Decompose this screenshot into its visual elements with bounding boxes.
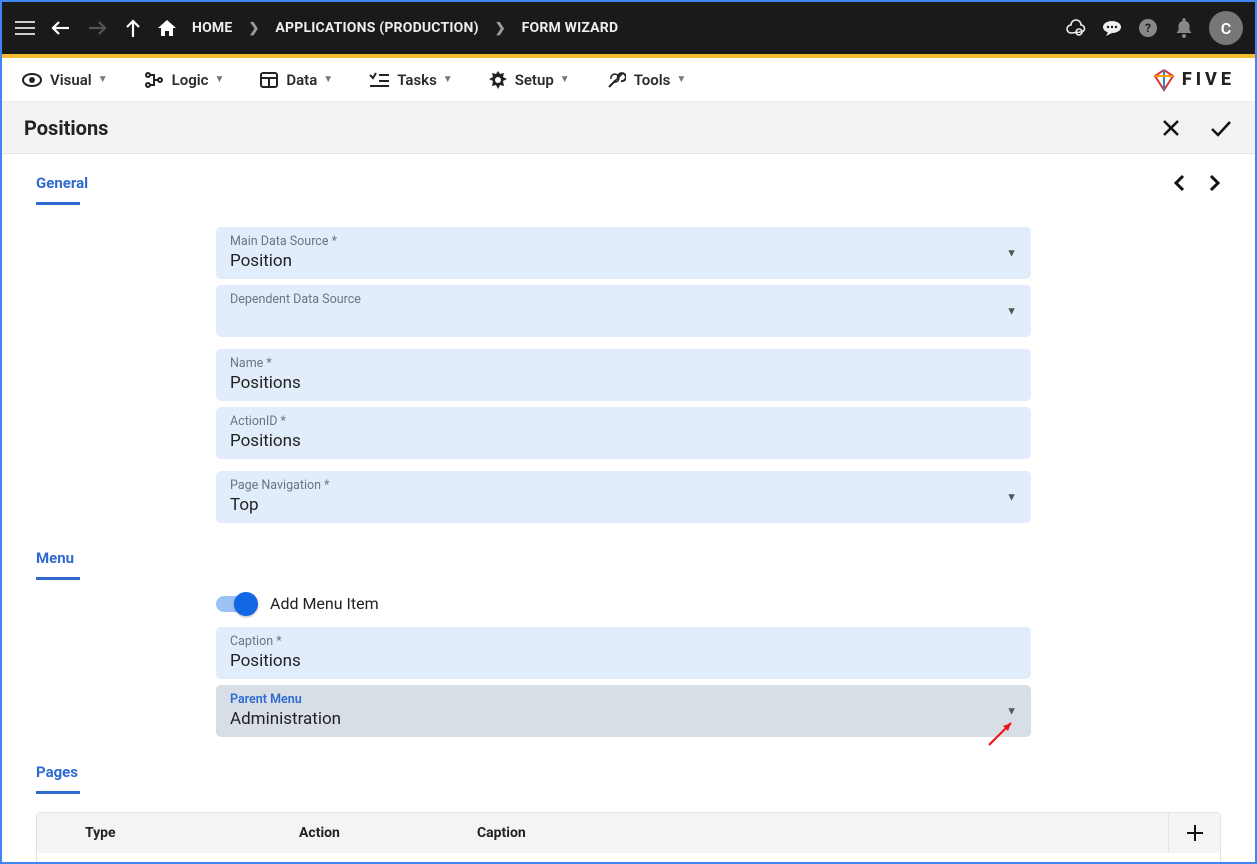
dropdown-icon[interactable]: ▼: [1006, 491, 1017, 504]
brand-logo: FIVE: [1152, 68, 1235, 92]
th-type: Type: [37, 825, 299, 841]
table-header: Type Action Caption: [37, 813, 1220, 853]
dependent-datasource-field[interactable]: Dependent Data Source ▼: [216, 285, 1031, 337]
section-general: General: [2, 154, 1255, 213]
main-datasource-field[interactable]: Main Data Source * Position ▼: [216, 227, 1031, 279]
menu-tools-label: Tools: [634, 71, 671, 89]
field-label: Name *: [230, 356, 1017, 371]
menu-icon[interactable]: [14, 17, 36, 39]
tool-menu: Visual▼ Logic▼ Data▼ Tasks▼ Setup▼ Tools…: [2, 58, 1255, 102]
section-menu: Menu: [2, 529, 1255, 588]
crumb-home[interactable]: HOME: [192, 20, 232, 36]
chevron-right-icon: ❯: [248, 21, 259, 36]
menu-logic[interactable]: Logic▼: [144, 71, 225, 89]
crumb-wizard[interactable]: FORM WIZARD: [522, 20, 619, 36]
menu-tools[interactable]: Tools▼: [606, 70, 687, 90]
cloud-icon[interactable]: [1065, 17, 1087, 39]
dropdown-icon[interactable]: ▼: [1006, 705, 1017, 718]
menu-data-label: Data: [286, 71, 317, 89]
field-label: Parent Menu: [230, 692, 1017, 707]
field-label: ActionID *: [230, 414, 1017, 429]
chat-icon[interactable]: [1101, 17, 1123, 39]
menu-tasks-label: Tasks: [397, 71, 437, 89]
close-icon[interactable]: [1161, 118, 1181, 138]
menu-setup-label: Setup: [515, 71, 554, 89]
page-title: Positions: [24, 116, 108, 140]
top-bar: HOME ❯ APPLICATIONS (PRODUCTION) ❯ FORM …: [2, 2, 1255, 54]
field-label: Caption *: [230, 634, 1017, 649]
page-navigation-field[interactable]: Page Navigation * Top ▼: [216, 471, 1031, 523]
th-action: Action: [299, 825, 477, 841]
forward-icon: [86, 17, 108, 39]
field-value: Position: [230, 249, 1017, 271]
home-icon: [158, 20, 176, 36]
caption-field[interactable]: Caption * Positions: [216, 627, 1031, 679]
field-value: [230, 307, 1017, 329]
add-menu-toggle[interactable]: [216, 596, 256, 612]
brand-text: FIVE: [1182, 69, 1235, 90]
menu-visual-label: Visual: [50, 71, 92, 89]
field-label: Main Data Source *: [230, 234, 1017, 249]
field-value: Top: [230, 493, 1017, 515]
chevron-right-icon: ❯: [495, 21, 506, 36]
check-icon[interactable]: [1209, 118, 1233, 138]
dropdown-icon[interactable]: ▼: [1006, 305, 1017, 318]
field-value: Positions: [230, 371, 1017, 393]
crumb-apps[interactable]: APPLICATIONS (PRODUCTION): [275, 20, 478, 36]
menu-visual[interactable]: Visual▼: [22, 71, 108, 89]
bell-icon[interactable]: [1173, 17, 1195, 39]
up-icon[interactable]: [122, 17, 144, 39]
add-row-button[interactable]: [1168, 813, 1220, 853]
field-value: Positions: [230, 429, 1017, 451]
menu-logic-label: Logic: [172, 71, 209, 89]
svg-text:?: ?: [1145, 21, 1151, 35]
field-value: Administration: [230, 707, 1017, 729]
th-caption: Caption: [477, 825, 1168, 841]
toggle-label: Add Menu Item: [270, 594, 379, 613]
dropdown-icon[interactable]: ▼: [1006, 247, 1017, 260]
avatar[interactable]: C: [1209, 11, 1243, 45]
menu-setup[interactable]: Setup▼: [489, 71, 570, 89]
table-row: Form ▼ ▼ General: [37, 853, 1220, 862]
field-label: Dependent Data Source: [230, 292, 1017, 307]
field-label: Page Navigation *: [230, 478, 1017, 493]
breadcrumb: HOME ❯ APPLICATIONS (PRODUCTION) ❯ FORM …: [158, 20, 618, 36]
menu-data[interactable]: Data▼: [260, 71, 333, 89]
pages-table: Type Action Caption Form ▼ ▼ General: [36, 812, 1221, 862]
parent-menu-field[interactable]: Parent Menu Administration ▼: [216, 685, 1031, 737]
name-field[interactable]: Name * Positions: [216, 349, 1031, 401]
menu-tasks[interactable]: Tasks▼: [369, 71, 453, 89]
help-icon[interactable]: ?: [1137, 17, 1159, 39]
page-header: Positions: [2, 102, 1255, 154]
next-tab-icon[interactable]: [1209, 174, 1221, 192]
content-scroll[interactable]: General Main Data Source * Position ▼ De…: [2, 154, 1255, 862]
actionid-field[interactable]: ActionID * Positions: [216, 407, 1031, 459]
prev-tab-icon[interactable]: [1173, 174, 1185, 192]
back-icon[interactable]: [50, 17, 72, 39]
field-value: Positions: [230, 649, 1017, 671]
section-pages: Pages: [2, 743, 1255, 802]
